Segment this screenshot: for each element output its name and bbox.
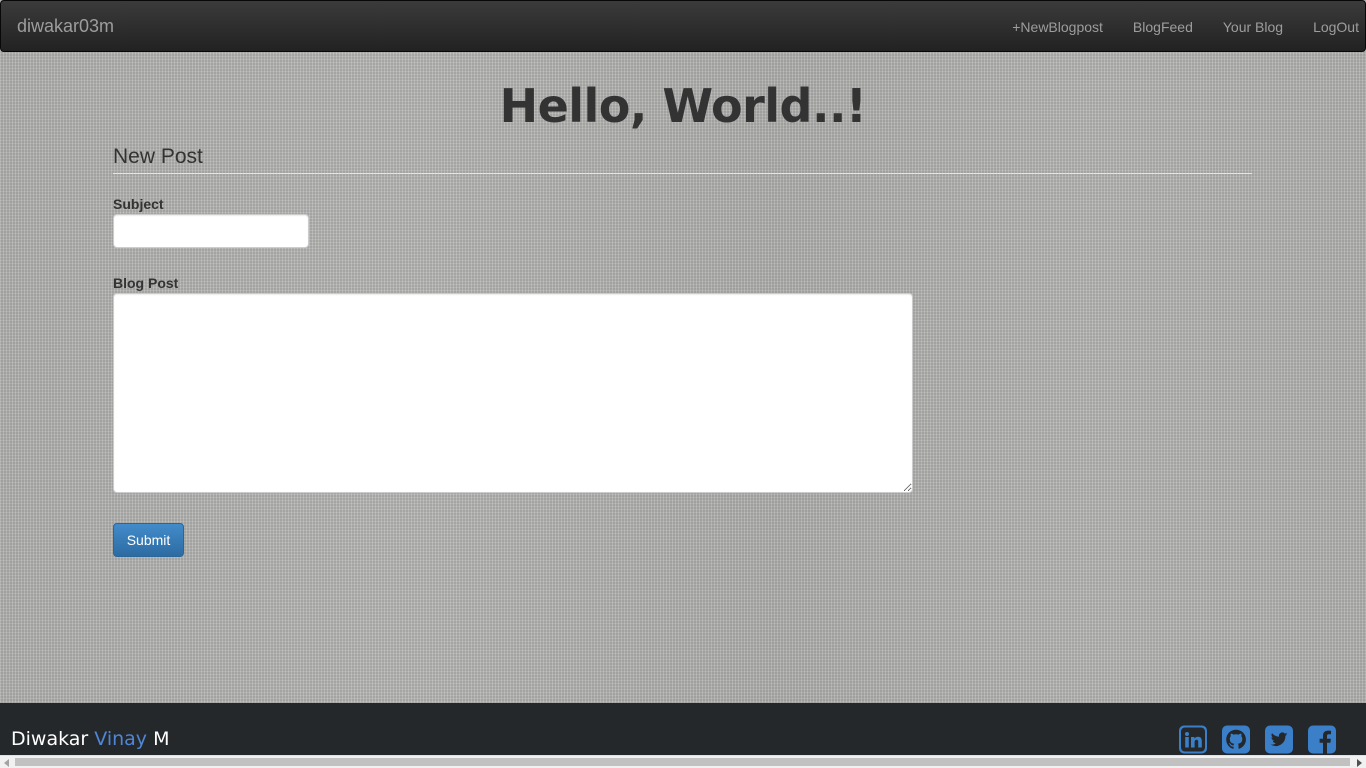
- footer-name-first: Diwakar: [11, 728, 89, 750]
- top-navbar: diwakar03m +NewBlogpost BlogFeed Your Bl…: [0, 0, 1366, 52]
- footer-author-name: Diwakar Vinay M: [11, 727, 170, 751]
- subject-label: Subject: [113, 196, 164, 212]
- nav-link-new-blogpost[interactable]: +NewBlogpost: [1012, 18, 1103, 36]
- github-icon[interactable]: [1222, 725, 1250, 754]
- scroll-left-arrow-icon[interactable]: [4, 759, 9, 767]
- nav-item-blogfeed: BlogFeed: [1103, 18, 1193, 36]
- blog-post-textarea[interactable]: [113, 293, 913, 493]
- twitter-icon[interactable]: [1265, 725, 1293, 754]
- nav-link-logout[interactable]: LogOut: [1313, 18, 1359, 36]
- submit-button[interactable]: Submit: [113, 523, 184, 557]
- scrollbar-thumb[interactable]: [15, 758, 1350, 766]
- footer-name-middle: Vinay: [94, 728, 148, 750]
- page-title: Hello, World..!: [499, 79, 867, 133]
- social-links: [1179, 725, 1336, 754]
- form-legend: New Post: [113, 145, 1252, 174]
- nav-menu: +NewBlogpost BlogFeed Your Blog LogOut: [982, 18, 1359, 36]
- nav-link-blogfeed[interactable]: BlogFeed: [1133, 18, 1193, 36]
- horizontal-scrollbar[interactable]: [0, 755, 1366, 768]
- linkedin-icon[interactable]: [1179, 725, 1207, 754]
- nav-item-logout: LogOut: [1283, 18, 1359, 36]
- nav-item-new-blogpost: +NewBlogpost: [982, 18, 1103, 36]
- scroll-right-arrow-icon[interactable]: [1357, 759, 1362, 767]
- nav-link-your-blog[interactable]: Your Blog: [1223, 18, 1283, 36]
- footer-name-last: M: [153, 728, 170, 750]
- blog-post-label: Blog Post: [113, 275, 179, 291]
- footer: Diwakar Vinay M: [0, 703, 1366, 755]
- brand-link[interactable]: diwakar03m: [17, 16, 114, 36]
- nav-item-your-blog: Your Blog: [1193, 18, 1283, 36]
- facebook-icon[interactable]: [1308, 725, 1336, 754]
- subject-input[interactable]: [113, 214, 309, 248]
